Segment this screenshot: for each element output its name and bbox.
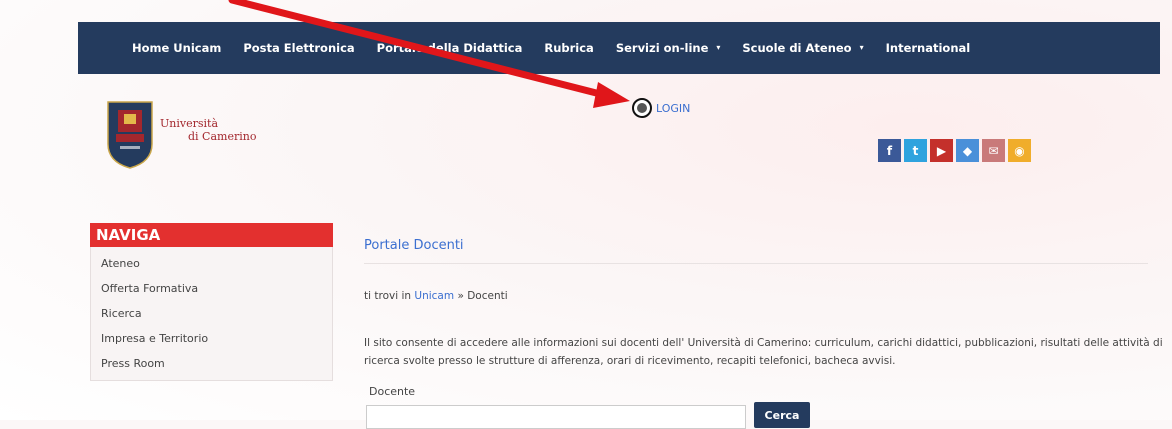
annotation-arrow [228,0,630,108]
arrow-head [593,82,630,108]
arrow-shaft [228,0,616,101]
